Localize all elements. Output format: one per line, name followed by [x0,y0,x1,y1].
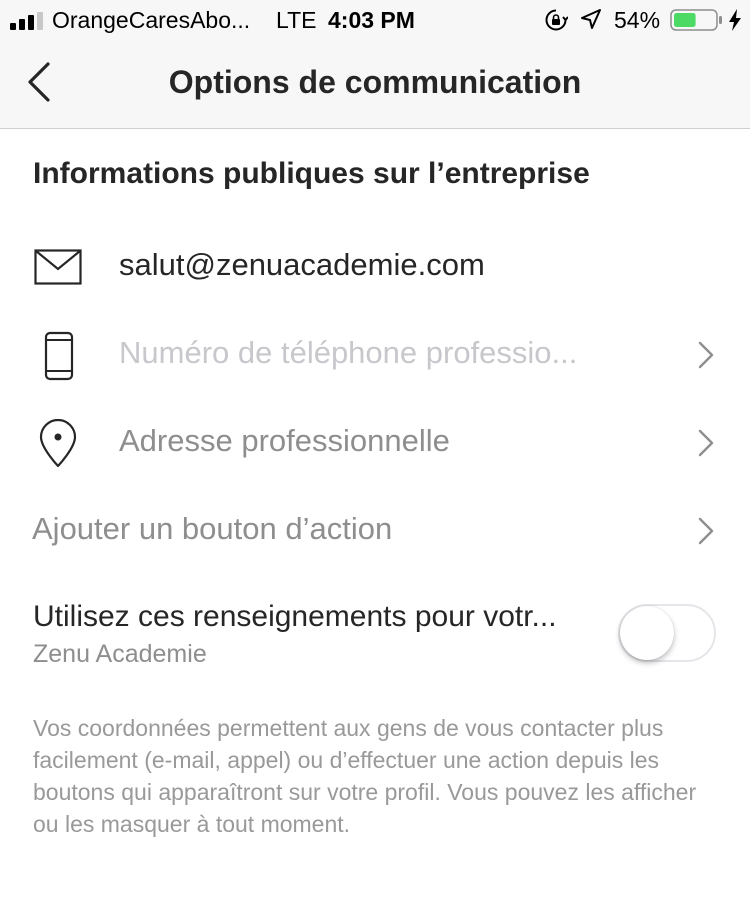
location-arrow-icon [581,9,601,29]
rotation-lock-icon [545,9,568,31]
phone-row[interactable]: Numéro de téléphone professio... [0,311,750,399]
signal-strength-icon [10,12,43,30]
toggle-knob [620,606,674,660]
page-title: Options de communication [168,64,582,100]
carrier-name: OrangeCaresAbo... [52,7,251,33]
chevron-right-icon [698,517,714,545]
status-bar: OrangeCaresAbo... LTE 4:03 PM 54% [0,0,750,40]
email-value: salut@zenuacademie.com [119,247,485,282]
address-label: Adresse professionnelle [119,423,450,458]
add-action-button-row[interactable]: Ajouter un bouton d’action [0,487,750,575]
email-row[interactable]: salut@zenuacademie.com [0,223,750,311]
chevron-right-icon [698,429,714,457]
add-action-button-label: Ajouter un bouton d’action [32,511,393,546]
map-pin-icon [39,419,77,468]
navigation-bar: Options de communication [0,40,750,129]
section-title: Informations publiques sur l’entreprise [33,157,590,190]
charging-bolt-icon [729,9,741,31]
network-type: LTE [276,7,317,33]
battery-percent: 54% [614,7,661,33]
phone-placeholder: Numéro de téléphone professio... [119,335,578,370]
share-info-sublabel: Zenu Academie [33,640,207,668]
chevron-right-icon [698,341,714,369]
share-info-label: Utilisez ces renseignements pour votr... [33,600,557,633]
share-info-row: Utilisez ces renseignements pour votr...… [0,596,750,676]
address-row[interactable]: Adresse professionnelle [0,399,750,487]
phone-icon [44,331,74,381]
share-info-toggle[interactable] [618,604,716,662]
footnote-text: Vos coordonnées permettent aux gens de v… [33,715,697,837]
battery-icon [670,9,722,31]
clock-time: 4:03 PM [328,7,415,33]
envelope-icon [34,249,82,285]
